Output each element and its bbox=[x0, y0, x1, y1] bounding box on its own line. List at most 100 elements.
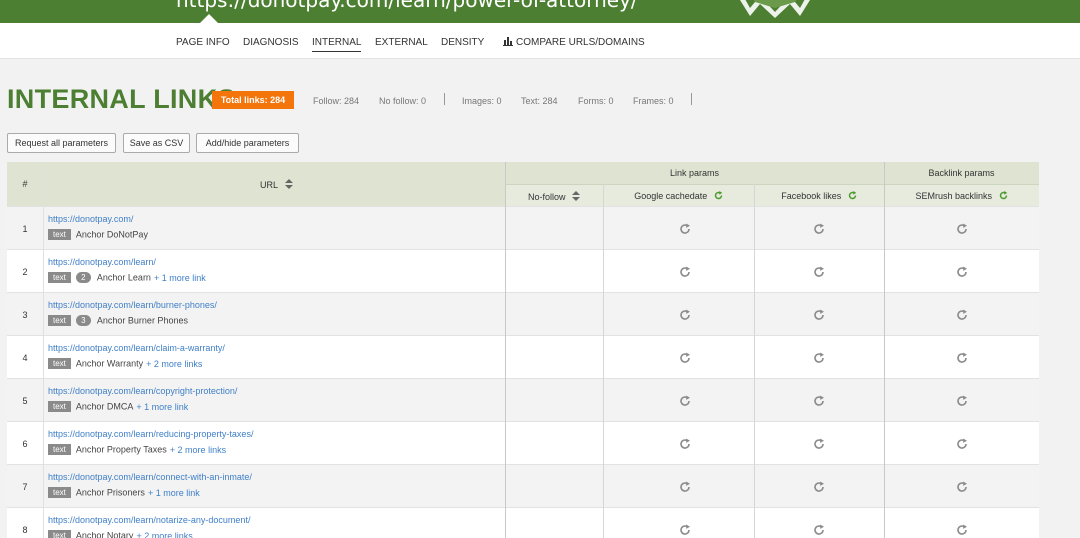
occurrence-count-badge: 3 bbox=[75, 315, 91, 327]
col-cachedate-header[interactable]: Google cachedate bbox=[603, 191, 754, 201]
row-url-link[interactable]: https://donotpay.com/ bbox=[48, 214, 133, 224]
more-links-toggle[interactable]: + 2 more links bbox=[170, 445, 226, 455]
column-divider bbox=[505, 162, 506, 538]
link-type-tag: text bbox=[48, 401, 71, 413]
cachedate-refresh-icon[interactable] bbox=[679, 523, 691, 535]
col-url-header[interactable]: URL bbox=[260, 179, 294, 190]
stat-follow: Follow: 284 bbox=[313, 96, 360, 106]
row-meta: text Anchor Warranty + 2 more links bbox=[48, 358, 202, 370]
cachedate-refresh-icon[interactable] bbox=[679, 222, 691, 234]
stat-frames: Frames: 0 bbox=[633, 96, 674, 106]
anchor-text: Anchor Learn bbox=[96, 272, 151, 283]
tab-density[interactable]: DENSITY bbox=[441, 37, 484, 48]
row-meta: text Anchor DoNotPay bbox=[48, 229, 148, 241]
col-facebook-label: Facebook likes bbox=[781, 191, 842, 201]
row-number: 4 bbox=[22, 353, 28, 363]
row-number: 6 bbox=[22, 439, 28, 449]
cachedate-refresh-icon[interactable] bbox=[679, 480, 691, 492]
facebook-refresh-icon[interactable] bbox=[813, 265, 825, 277]
stat-images: Images: 0 bbox=[462, 96, 502, 106]
sort-arrows-icon bbox=[572, 191, 581, 201]
facebook-refresh-icon[interactable] bbox=[813, 351, 825, 363]
facebook-refresh-icon[interactable] bbox=[813, 394, 825, 406]
col-url-label: URL bbox=[260, 180, 278, 190]
more-links-toggle[interactable]: + 1 more link bbox=[148, 488, 200, 498]
refresh-icon bbox=[999, 191, 1007, 200]
column-divider bbox=[754, 184, 755, 538]
semrush-refresh-icon[interactable] bbox=[956, 437, 968, 449]
semrush-refresh-icon[interactable] bbox=[956, 394, 968, 406]
semrush-refresh-icon[interactable] bbox=[956, 480, 968, 492]
link-type-tag: text bbox=[48, 229, 71, 241]
col-semrush-header[interactable]: SEMrush backlinks bbox=[884, 191, 1039, 201]
facebook-refresh-icon[interactable] bbox=[813, 308, 825, 320]
row-url-link[interactable]: https://donotpay.com/learn/notarize-any-… bbox=[48, 515, 250, 525]
header-url: https://donotpay.com/learn/power-of-atto… bbox=[176, 0, 638, 12]
refresh-icon bbox=[714, 191, 723, 200]
semrush-refresh-icon[interactable] bbox=[956, 222, 968, 234]
semrush-refresh-icon[interactable] bbox=[956, 351, 968, 363]
link-type-tag: text bbox=[48, 358, 71, 370]
row-meta: text Anchor Notary + 2 more links bbox=[48, 530, 193, 538]
row-url-link[interactable]: https://donotpay.com/learn/reducing-prop… bbox=[48, 429, 253, 439]
tab-external[interactable]: EXTERNAL bbox=[375, 37, 428, 48]
facebook-refresh-icon[interactable] bbox=[813, 480, 825, 492]
tab-compare[interactable]: COMPARE URLS/DOMAINS bbox=[503, 37, 645, 48]
col-num-header: # bbox=[22, 179, 28, 189]
anchor-text: Anchor Notary bbox=[75, 530, 134, 538]
refresh-icon bbox=[848, 191, 857, 200]
tab-internal[interactable]: INTERNAL bbox=[312, 37, 362, 52]
more-links-toggle[interactable]: + 1 more link bbox=[154, 273, 206, 283]
row-url-link[interactable]: https://donotpay.com/learn/burner-phones… bbox=[48, 300, 217, 310]
save-csv-button[interactable]: Save as CSV bbox=[123, 133, 190, 153]
stat-nofollow: No follow: 0 bbox=[379, 96, 427, 106]
tab-compare-label: COMPARE URLS/DOMAINS bbox=[516, 37, 645, 48]
cachedate-refresh-icon[interactable] bbox=[679, 351, 691, 363]
row-number: 1 bbox=[22, 224, 28, 234]
row-url-link[interactable]: https://donotpay.com/learn/ bbox=[48, 257, 156, 267]
link-type-tag: text bbox=[48, 487, 71, 499]
row-url-link[interactable]: https://donotpay.com/learn/claim-a-warra… bbox=[48, 343, 225, 353]
cachedate-refresh-icon[interactable] bbox=[679, 265, 691, 277]
col-nofollow-header[interactable]: No-follow bbox=[505, 191, 603, 202]
sort-arrows-icon bbox=[285, 179, 294, 189]
semrush-refresh-icon[interactable] bbox=[956, 523, 968, 535]
column-divider bbox=[884, 162, 885, 538]
row-meta: text 3 Anchor Burner Phones bbox=[48, 315, 188, 327]
cachedate-refresh-icon[interactable] bbox=[679, 437, 691, 449]
row-meta: text 2 Anchor Learn + 1 more link bbox=[48, 272, 206, 284]
semrush-refresh-icon[interactable] bbox=[956, 308, 968, 320]
cachedate-refresh-icon[interactable] bbox=[679, 394, 691, 406]
link-type-tag: text bbox=[48, 444, 71, 456]
semrush-refresh-icon[interactable] bbox=[956, 265, 968, 277]
row-url-link[interactable]: https://donotpay.com/learn/copyright-pro… bbox=[48, 386, 237, 396]
col-nofollow-label: No-follow bbox=[527, 192, 566, 202]
more-links-toggle[interactable]: + 2 more links bbox=[136, 531, 192, 538]
anchor-text: Anchor Burner Phones bbox=[96, 315, 188, 326]
link-params-header: Link params bbox=[669, 168, 720, 178]
backlink-params-header: Backlink params bbox=[928, 168, 995, 178]
row-meta: text Anchor Prisoners + 1 more link bbox=[48, 487, 200, 499]
top-banner: https://donotpay.com/learn/power-of-atto… bbox=[0, 0, 1080, 23]
tool-nav: PAGE INFO DIAGNOSIS INTERNAL EXTERNAL DE… bbox=[0, 23, 1080, 59]
row-number: 8 bbox=[22, 525, 28, 535]
row-url-link[interactable]: https://donotpay.com/learn/connect-with-… bbox=[48, 472, 252, 482]
internal-links-table: # URL Link params Backlink params No-fol… bbox=[7, 162, 1039, 538]
add-hide-parameters-button[interactable]: Add/hide parameters bbox=[196, 133, 299, 153]
facebook-refresh-icon[interactable] bbox=[813, 437, 825, 449]
anchor-text: Anchor Prisoners bbox=[75, 487, 145, 498]
tab-page-info[interactable]: PAGE INFO bbox=[176, 37, 230, 48]
more-links-toggle[interactable]: + 1 more link bbox=[136, 402, 188, 412]
request-all-parameters-button[interactable]: Request all parameters bbox=[7, 133, 116, 153]
link-type-tag: text bbox=[48, 315, 71, 327]
row-number: 5 bbox=[22, 396, 28, 406]
tab-diagnosis[interactable]: DIAGNOSIS bbox=[243, 37, 299, 48]
facebook-refresh-icon[interactable] bbox=[813, 222, 825, 234]
col-cachedate-label: Google cachedate bbox=[634, 191, 708, 201]
col-facebook-header[interactable]: Facebook likes bbox=[754, 191, 884, 201]
facebook-refresh-icon[interactable] bbox=[813, 523, 825, 535]
cachedate-refresh-icon[interactable] bbox=[679, 308, 691, 320]
anchor-text: Anchor Warranty bbox=[75, 358, 144, 369]
column-divider bbox=[43, 162, 44, 538]
more-links-toggle[interactable]: + 2 more links bbox=[146, 359, 202, 369]
